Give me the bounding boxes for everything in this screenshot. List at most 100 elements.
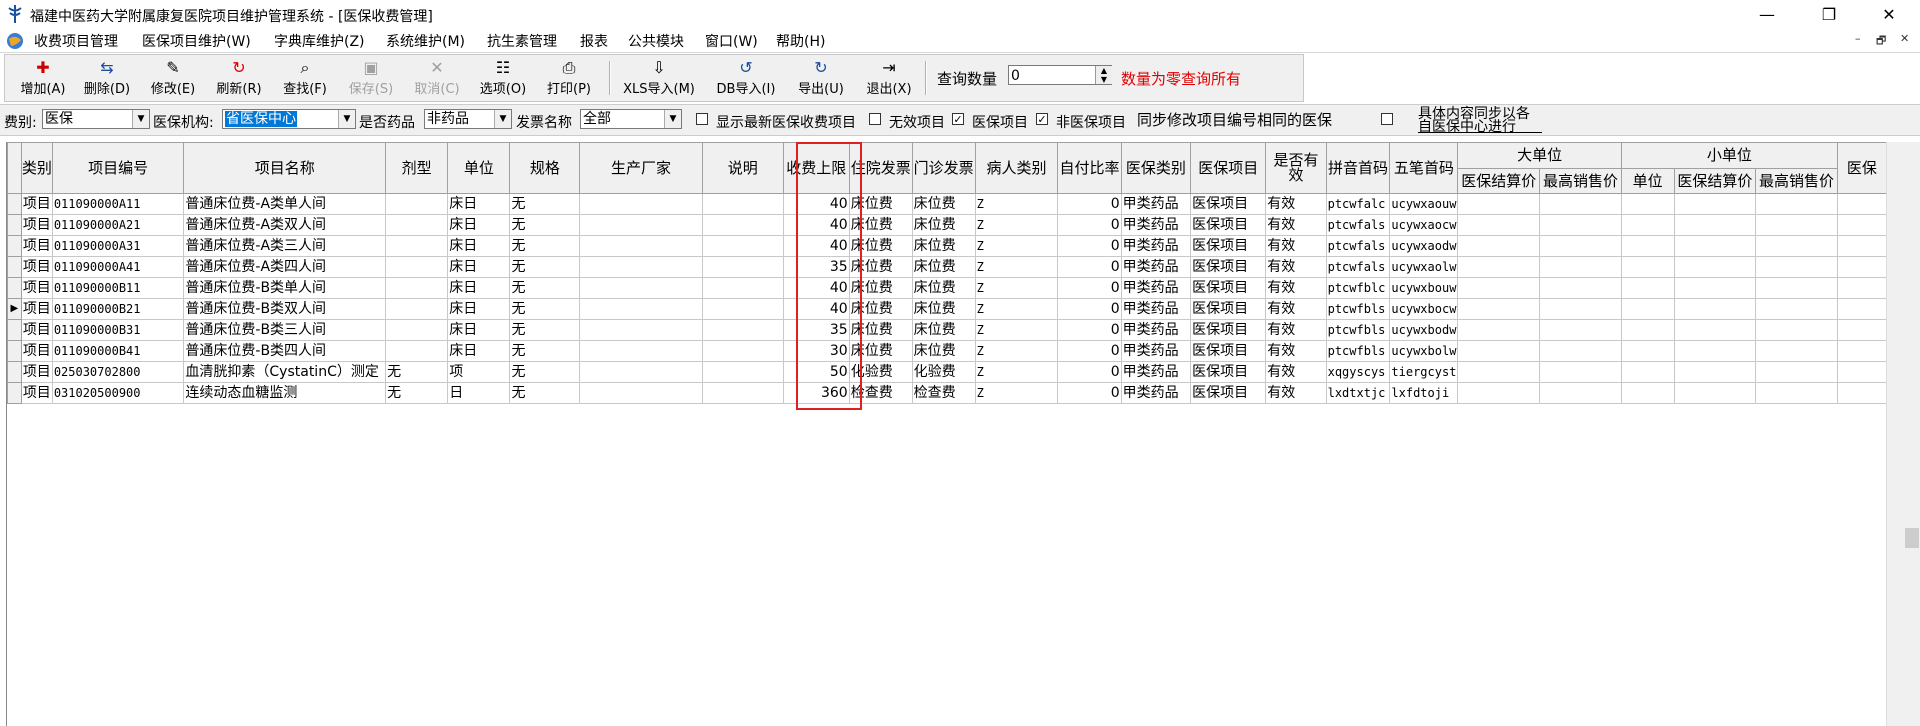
cell-ratio[interactable]: 0 (1057, 382, 1122, 404)
cell-empty[interactable] (1539, 193, 1622, 215)
cell-inp[interactable]: 床位费 (848, 214, 913, 236)
cell-wb[interactable]: lxfdtoji (1389, 382, 1459, 404)
cell-ins_item[interactable]: 医保项目 (1190, 298, 1267, 320)
cell-ins_item[interactable]: 医保项目 (1190, 340, 1267, 362)
cell-pt[interactable]: Z (974, 340, 1059, 362)
cell-form[interactable] (385, 277, 449, 299)
table-row[interactable]: 项目 011090000B11 普通床位费-B类单人间 床日无 40 床位费 床位费 Z 0 甲类… (7, 277, 1888, 299)
cell-note[interactable] (701, 235, 784, 257)
exit-button[interactable]: ⇥ 退出(X) (859, 58, 919, 98)
cell-ins_cat[interactable]: 甲类药品 (1120, 277, 1192, 299)
spin-down-icon[interactable]: ▼ (1101, 75, 1107, 84)
cell-limit[interactable]: 40 (782, 214, 850, 236)
col-outpatient-invoice[interactable]: 门诊发票 (911, 142, 976, 194)
non-insurance-items-checkbox[interactable]: ✓ (1036, 113, 1048, 126)
cell-outp[interactable]: 床位费 (911, 214, 976, 236)
cell-empty[interactable] (1755, 319, 1838, 341)
invoice-name-select[interactable]: 全部 ▼ (580, 109, 682, 129)
menu-fee-items[interactable]: 收费项目管理 (34, 31, 118, 51)
cell-wb[interactable]: ucywxaodw (1389, 235, 1459, 257)
cell-limit[interactable]: 40 (782, 298, 850, 320)
col-spec[interactable]: 规格 (509, 142, 581, 194)
cell-empty[interactable] (1673, 235, 1757, 257)
cell-empty[interactable] (1755, 361, 1838, 383)
col-dosage-form[interactable]: 剂型 (385, 142, 449, 194)
col-insurance-category[interactable]: 医保类别 (1120, 142, 1192, 194)
cell-empty[interactable] (1620, 277, 1675, 299)
cell-spec[interactable]: 无 (509, 298, 581, 320)
cell-code[interactable]: 011090000B31 (51, 319, 185, 341)
cell-mfr[interactable] (579, 340, 703, 362)
cell-name[interactable]: 普通床位费-A类四人间 (183, 256, 387, 278)
cell-limit[interactable]: 360 (782, 382, 850, 404)
menu-system-maintenance[interactable]: 系统维护(M) (386, 31, 465, 51)
cell-py[interactable]: ptcwfals (1325, 214, 1391, 236)
cell-inp[interactable]: 床位费 (848, 193, 913, 215)
cell-limit[interactable]: 30 (782, 340, 850, 362)
cell-empty[interactable] (1620, 193, 1675, 215)
col-item-code[interactable]: 项目编号 (51, 142, 185, 194)
cell-unit[interactable]: 床日 (447, 214, 511, 236)
cell-empty[interactable] (1673, 214, 1757, 236)
cell-code[interactable]: 031020500900 (51, 382, 185, 404)
cell-ratio[interactable]: 0 (1057, 235, 1122, 257)
cell-spec[interactable]: 无 (509, 340, 581, 362)
col-patient-category[interactable]: 病人类别 (974, 142, 1059, 194)
cell-ins_item[interactable]: 医保项目 (1190, 235, 1267, 257)
cell-valid[interactable]: 有效 (1265, 298, 1327, 320)
cell-code[interactable]: 011090000B11 (51, 277, 185, 299)
cell-valid[interactable]: 有效 (1265, 214, 1327, 236)
cell-wb[interactable]: ucywxaocw (1389, 214, 1459, 236)
cell-inp[interactable]: 化验费 (848, 361, 913, 383)
minimize-button[interactable]: — (1744, 0, 1790, 30)
cell-cat[interactable]: 项目 (20, 277, 53, 299)
export-button[interactable]: ↻ 导出(U) (791, 58, 851, 98)
cell-spec[interactable]: 无 (509, 235, 581, 257)
cell-valid[interactable]: 有效 (1265, 319, 1327, 341)
cell-wb[interactable]: ucywxbolw (1389, 340, 1459, 362)
cell-spec[interactable]: 无 (509, 361, 581, 383)
cell-empty[interactable] (1673, 193, 1757, 215)
cell-inp[interactable]: 床位费 (848, 340, 913, 362)
cell-ins_cat[interactable]: 甲类药品 (1120, 214, 1192, 236)
cell-ins_cat[interactable]: 甲类药品 (1120, 382, 1192, 404)
cell-cat[interactable]: 项目 (20, 256, 53, 278)
cell-name[interactable]: 普通床位费-B类三人间 (183, 319, 387, 341)
row-indicator[interactable] (7, 319, 22, 341)
cell-empty[interactable] (1539, 361, 1622, 383)
insurance-items-checkbox[interactable]: ✓ (952, 113, 964, 126)
cell-ins_item[interactable]: 医保项目 (1190, 256, 1267, 278)
cell-ratio[interactable]: 0 (1057, 214, 1122, 236)
cell-mfr[interactable] (579, 235, 703, 257)
cell-note[interactable] (701, 361, 784, 383)
add-button[interactable]: ✚ 增加(A) (13, 58, 73, 98)
cell-empty[interactable] (1620, 298, 1675, 320)
insurance-org-select[interactable]: 省医保中心 ▼ (222, 109, 356, 129)
cell-empty[interactable] (1755, 298, 1838, 320)
cell-mfr[interactable] (579, 298, 703, 320)
is-drug-select[interactable]: 非药品 ▼ (424, 109, 512, 129)
cell-empty[interactable] (1836, 319, 1888, 341)
cell-py[interactable]: ptcwfbls (1325, 298, 1391, 320)
cell-empty[interactable] (1620, 235, 1675, 257)
cell-inp[interactable]: 床位费 (848, 319, 913, 341)
cell-empty[interactable] (1836, 382, 1888, 404)
cell-ins_item[interactable]: 医保项目 (1190, 319, 1267, 341)
cell-py[interactable]: lxdtxtjc (1325, 382, 1391, 404)
cell-empty[interactable] (1673, 277, 1757, 299)
cell-form[interactable] (385, 235, 449, 257)
cell-mfr[interactable] (579, 319, 703, 341)
cell-empty[interactable] (1620, 340, 1675, 362)
cell-inp[interactable]: 床位费 (848, 256, 913, 278)
cell-ratio[interactable]: 0 (1057, 361, 1122, 383)
cell-ins_cat[interactable]: 甲类药品 (1120, 193, 1192, 215)
cell-outp[interactable]: 化验费 (911, 361, 976, 383)
cell-py[interactable]: ptcwfbls (1325, 340, 1391, 362)
cell-form[interactable] (385, 298, 449, 320)
table-row[interactable]: 项目 011090000A21 普通床位费-A类双人间 床日无 40 床位费 床位费 Z 0 甲类… (7, 214, 1888, 236)
cell-unit[interactable]: 项 (447, 361, 511, 383)
table-row[interactable]: 项目 031020500900 连续动态血糖监测无日无 360 检查费 检查费 Z 0 甲类药品… (7, 382, 1888, 404)
cell-ins_item[interactable]: 医保项目 (1190, 277, 1267, 299)
col-wubi-code[interactable]: 五笔首码 (1389, 142, 1459, 194)
cell-cat[interactable]: 项目 (20, 319, 53, 341)
